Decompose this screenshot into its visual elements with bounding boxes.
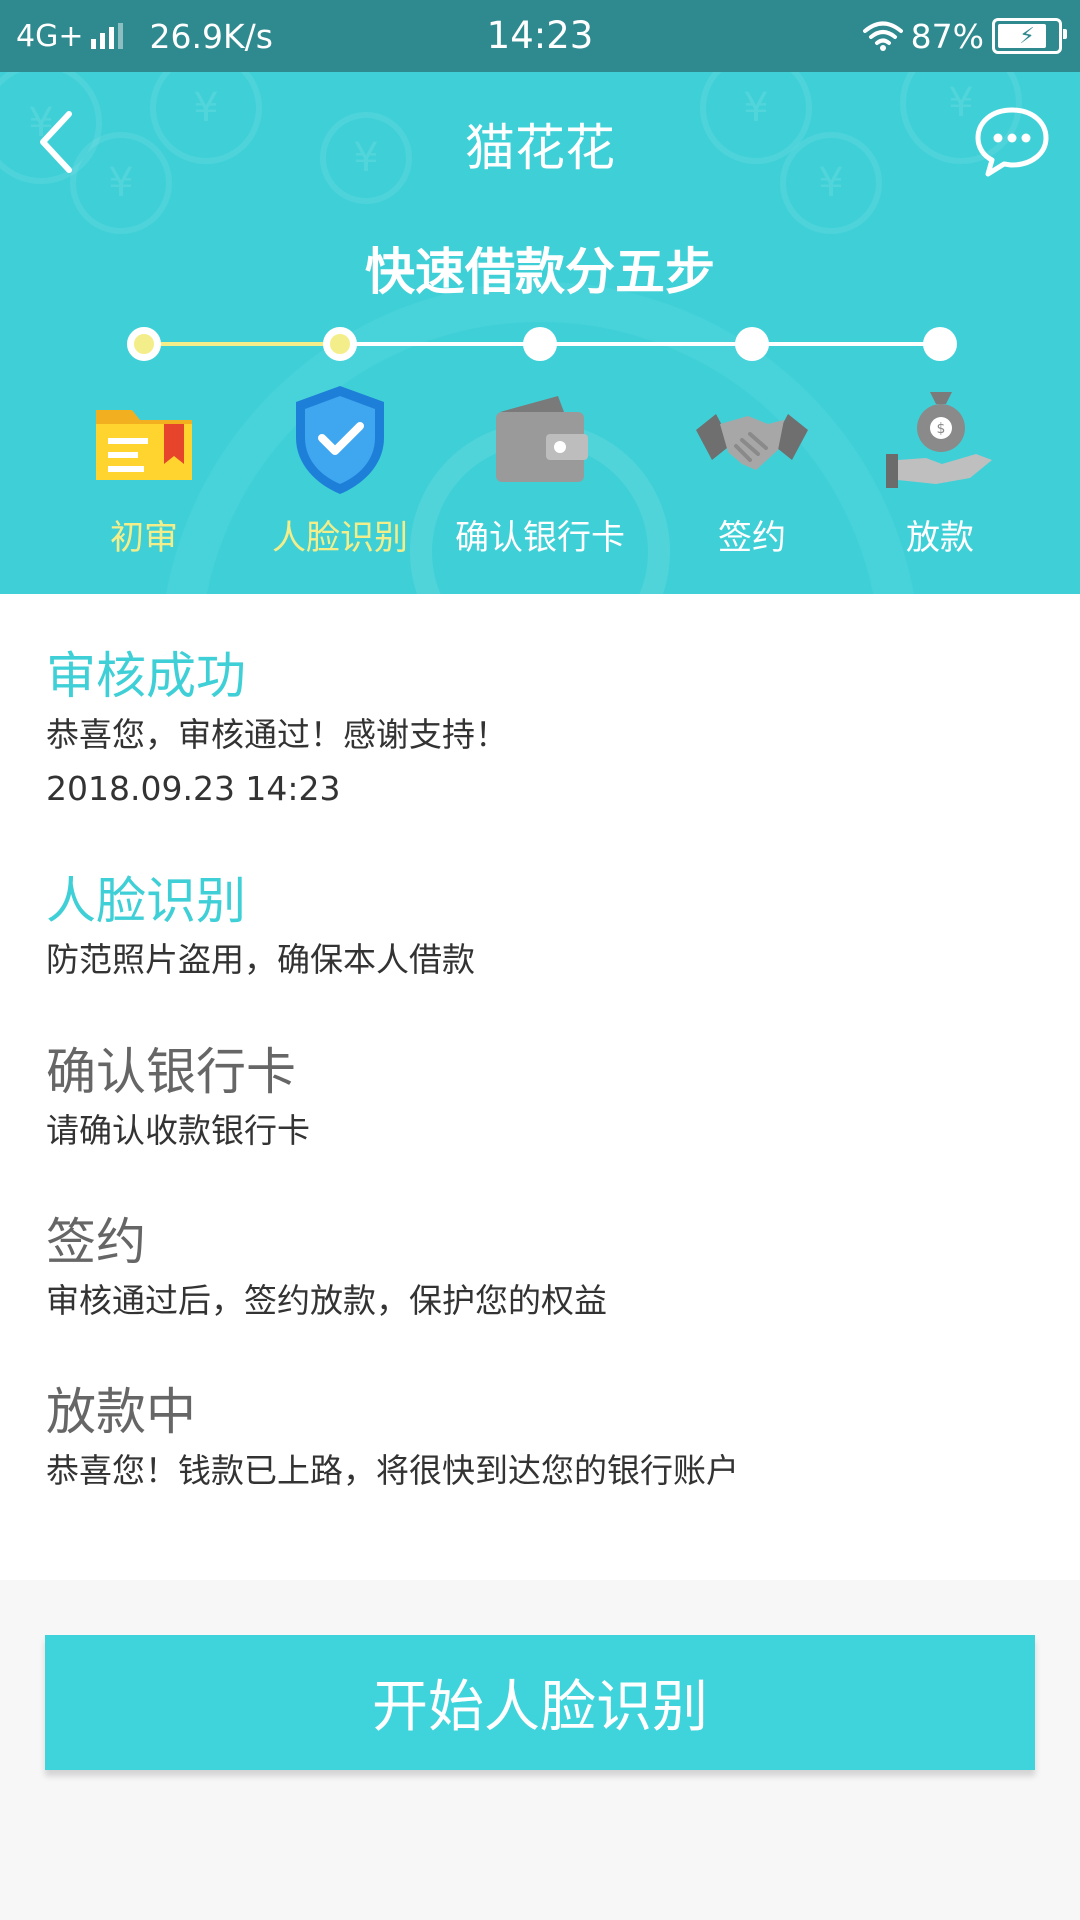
start-face-recognition-button[interactable]: 开始人脸识别 — [45, 1635, 1035, 1770]
section-disbursement: 放款中 恭喜您！钱款已上路，将很快到达您的银行账户 — [46, 1380, 739, 1498]
step-dot-5 — [923, 327, 957, 361]
section-description: 恭喜您，审核通过！感谢支持！ — [46, 715, 508, 754]
step-label-4: 签约 — [718, 518, 786, 558]
section-description: 恭喜您！钱款已上路，将很快到达您的银行账户 — [46, 1451, 739, 1490]
step-dot-4 — [735, 327, 769, 361]
section-timestamp: 2018.09.23 14:23 — [46, 769, 341, 808]
svg-text:$: $ — [937, 421, 946, 437]
step-dot-3 — [523, 327, 557, 361]
page-title: 猫花花 — [465, 119, 615, 177]
wallet-icon — [496, 396, 588, 482]
section-confirm-bank-card: 确认银行卡 请确认收款银行卡 — [46, 1040, 310, 1158]
chat-bubble-icon — [975, 107, 1049, 177]
section-sign-contract: 签约 审核通过后，签约放款，保护您的权益 — [46, 1210, 607, 1328]
section-review-success: 审核成功 恭喜您，审核通过！感谢支持！ 2018.09.23 14:23 — [46, 644, 508, 816]
status-bar: 4G+ 26.9K/s 14:23 87% ⚡ — [0, 0, 1080, 72]
section-description: 请确认收款银行卡 — [46, 1111, 310, 1150]
progress-track-done — [144, 342, 340, 346]
section-title: 审核成功 — [46, 647, 246, 705]
step-label-1: 初审 — [110, 518, 178, 558]
folder-icon — [96, 410, 192, 480]
handshake-icon — [696, 414, 808, 470]
section-title: 放款中 — [46, 1383, 196, 1441]
progress-details: 审核成功 恭喜您，审核通过！感谢支持！ 2018.09.23 14:23 人脸识… — [0, 594, 1080, 1580]
header-banner: ¥ ¥ ¥ ¥ ¥ ¥ ¥ 猫花花 快速借款分五步 $ 初审 人脸识别 确认银行… — [0, 72, 1080, 594]
step-dot-2 — [323, 327, 357, 361]
progress-track-remaining — [340, 342, 940, 346]
money-bag-hand-icon: $ — [886, 392, 992, 488]
section-description: 防范照片盗用，确保本人借款 — [46, 940, 475, 979]
chat-button[interactable] — [972, 102, 1052, 182]
battery-percent: 87% — [910, 16, 984, 56]
step-label-3: 确认银行卡 — [455, 518, 625, 558]
status-right: 87% ⚡ — [862, 0, 1067, 72]
step-label-2: 人脸识别 — [272, 518, 408, 558]
step-dot-1 — [127, 327, 161, 361]
section-title: 签约 — [46, 1213, 146, 1271]
step-label-5: 放款 — [906, 518, 974, 558]
battery-icon: ⚡ — [992, 18, 1067, 54]
section-title: 人脸识别 — [46, 872, 246, 930]
section-title: 确认银行卡 — [46, 1043, 296, 1101]
shield-check-icon — [296, 386, 384, 494]
section-description: 审核通过后，签约放款，保护您的权益 — [46, 1281, 607, 1320]
wifi-icon — [862, 21, 903, 51]
steps-title: 快速借款分五步 — [365, 243, 715, 301]
section-face-recognition: 人脸识别 防范照片盗用，确保本人借款 — [46, 869, 475, 987]
